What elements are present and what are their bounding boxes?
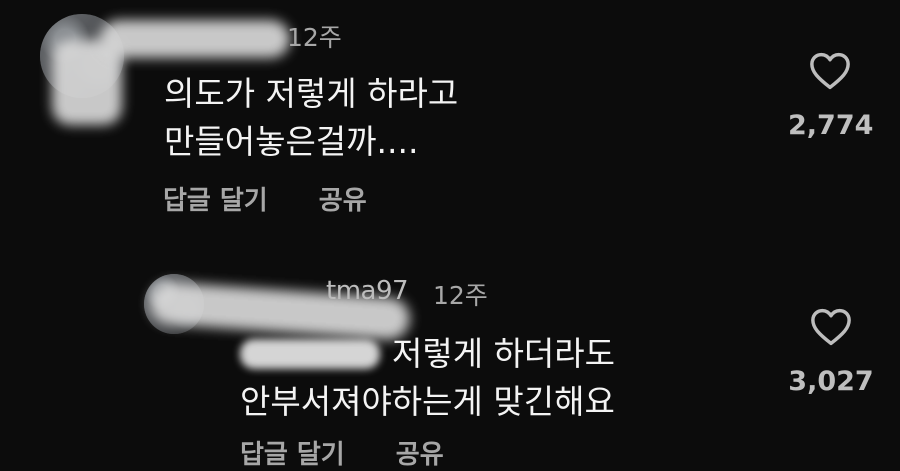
heart-icon[interactable] bbox=[810, 308, 852, 346]
comment-text-line: 만들어놓은걸까.... bbox=[164, 122, 419, 161]
mention-redaction bbox=[240, 339, 380, 369]
reply-button[interactable]: 답글 달기 bbox=[163, 180, 268, 217]
like-control: 3,027 bbox=[786, 308, 876, 397]
reply-comment-item: tma97 12주 저렇게 하더라도 안부서져야하는게 맞긴해요 답글 달기 공… bbox=[0, 262, 900, 471]
comment-text-line: 안부서져야하는게 맞긴해요 bbox=[240, 382, 615, 421]
comment-item: 12주 의도가 저렇게 하라고 만들어놓은걸까.... 답글 달기 공유 2,7… bbox=[0, 0, 900, 240]
reply-button[interactable]: 답글 달기 bbox=[240, 434, 345, 471]
like-count: 2,774 bbox=[788, 110, 874, 141]
like-count: 3,027 bbox=[788, 366, 874, 397]
username-redaction bbox=[100, 20, 290, 58]
comment-text: 저렇게 하더라도 안부서져야하는게 맞긴해요 bbox=[240, 330, 615, 426]
comment-time: 12주 bbox=[433, 281, 488, 310]
comment-username[interactable]: tma97 bbox=[326, 276, 409, 306]
like-control: 2,774 bbox=[788, 52, 874, 141]
share-button[interactable]: 공유 bbox=[319, 180, 367, 217]
share-button[interactable]: 공유 bbox=[396, 434, 444, 471]
comment-text: 의도가 저렇게 하라고 만들어놓은걸까.... bbox=[164, 70, 458, 166]
comment-actions: 답글 달기 공유 bbox=[240, 434, 444, 471]
comment-actions: 답글 달기 공유 bbox=[163, 180, 367, 217]
comment-text-line: 의도가 저렇게 하라고 bbox=[164, 74, 459, 113]
comment-time: 12주 bbox=[287, 23, 342, 52]
comment-text-line: 저렇게 하더라도 bbox=[392, 334, 616, 373]
heart-icon[interactable] bbox=[809, 52, 851, 90]
